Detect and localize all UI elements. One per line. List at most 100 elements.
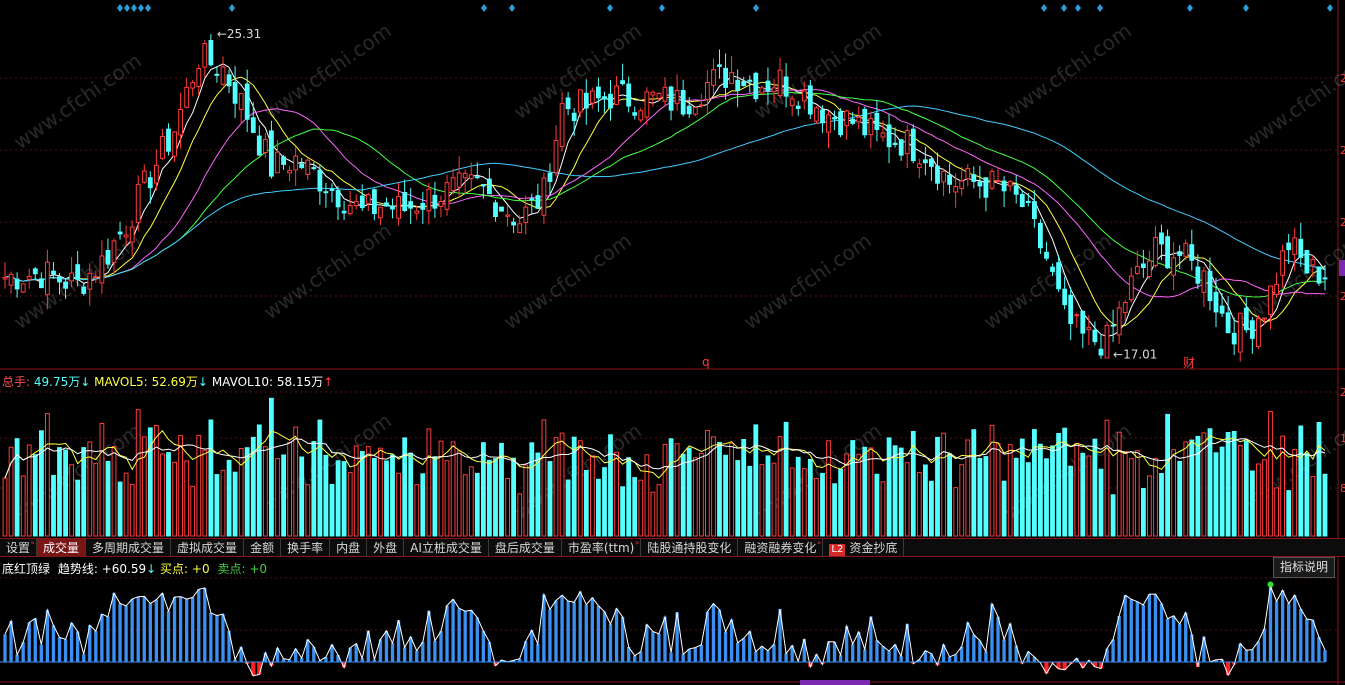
candle-body xyxy=(57,276,62,283)
indicator-help-button[interactable]: 指标说明 xyxy=(1272,557,1335,578)
tab-2[interactable]: 多周期成交量 xyxy=(86,538,172,557)
watermark-text: www.cfchi.com xyxy=(1239,408,1345,514)
volume-bar xyxy=(1213,452,1219,537)
volume-bar xyxy=(1177,460,1183,537)
volume-bar xyxy=(63,449,69,537)
candle-body xyxy=(8,273,14,286)
tab-label: 成交量 xyxy=(43,540,80,555)
volume-bar xyxy=(335,460,341,537)
total-value: 49.75万 xyxy=(33,375,81,389)
candle-body xyxy=(965,168,971,180)
candle-body xyxy=(438,201,444,207)
candle-body xyxy=(1219,305,1225,314)
candle-body xyxy=(1032,201,1037,220)
tab-13[interactable]: L2 资金抄底 xyxy=(823,538,905,557)
candle-body xyxy=(402,192,408,211)
volume-bar xyxy=(1183,441,1189,537)
volume-bar xyxy=(929,480,934,537)
volume-bar xyxy=(1262,459,1267,537)
volume-bar xyxy=(638,479,644,537)
volume-bar xyxy=(93,463,99,537)
volume-bar xyxy=(953,487,959,537)
candle-body xyxy=(323,191,329,194)
sell-label: 卖点: xyxy=(217,562,246,576)
volume-bar xyxy=(384,460,389,537)
total-label: 总手: xyxy=(2,375,31,389)
candle-body xyxy=(414,210,420,214)
volume-bar xyxy=(1098,468,1104,537)
tab-12[interactable]: 融资融券变化 ° xyxy=(738,538,824,557)
volume-bar xyxy=(517,493,523,537)
tab-4[interactable]: 金额 xyxy=(244,538,282,557)
mavol5-value: 52.69万 xyxy=(151,375,198,389)
candle-body xyxy=(293,155,299,171)
volume-bar xyxy=(511,457,517,537)
volume-bar xyxy=(789,467,795,537)
candle-body xyxy=(789,98,795,107)
candle-body xyxy=(226,74,232,87)
signal-diamond xyxy=(753,4,759,12)
low-price-label: ←17.01 xyxy=(1113,348,1157,362)
candle-body xyxy=(281,156,287,165)
tab-7[interactable]: 外盘 xyxy=(367,538,405,557)
candle-body xyxy=(832,117,838,120)
candle-body xyxy=(1098,348,1104,356)
volume-bar xyxy=(505,478,511,537)
watermark-text: www.cfchi.com xyxy=(9,48,146,154)
volume-bar xyxy=(959,464,965,537)
tab-label: 盘后成交量 xyxy=(494,540,555,555)
volume-bar xyxy=(45,413,50,537)
candle-body xyxy=(462,172,468,179)
stock-chart-canvas[interactable]: www.cfchi.com www.cfchi.com www.cfchi.com w… xyxy=(0,0,1345,685)
volume-bar xyxy=(1298,425,1304,537)
volume-bar xyxy=(160,453,165,537)
volume-bar xyxy=(32,454,38,537)
candle-body xyxy=(160,136,165,159)
tab-8[interactable]: AI立桩成交量 xyxy=(404,538,489,557)
volume-bar xyxy=(408,452,414,537)
candle-body xyxy=(729,72,735,84)
tab-0[interactable]: 设置 ° xyxy=(0,538,38,557)
watermark-text: www.cfchi.com xyxy=(259,218,396,324)
candle-body xyxy=(481,184,486,187)
tab-6[interactable]: 内盘 xyxy=(330,538,368,557)
signal-diamond xyxy=(1061,4,1067,12)
volume-bar xyxy=(795,456,801,537)
candle-body xyxy=(929,158,934,167)
candle-body xyxy=(1286,242,1292,251)
volume-bar xyxy=(801,468,807,537)
candle-body xyxy=(995,180,1001,183)
volume-bar xyxy=(256,424,262,537)
candle-body xyxy=(989,171,995,189)
volume-bar xyxy=(202,449,208,537)
tab-1[interactable]: 成交量 xyxy=(37,538,87,557)
volume-bar xyxy=(656,484,662,537)
volume-bar xyxy=(874,473,880,537)
tab-5[interactable]: 换手率 xyxy=(281,538,331,557)
tab-3[interactable]: 虚拟成交量 xyxy=(171,538,245,557)
volume-bar xyxy=(947,453,953,537)
volume-bar xyxy=(1159,473,1164,537)
candle-body xyxy=(596,86,601,99)
mavol5-label: MAVOL5: xyxy=(94,375,148,389)
candle-body xyxy=(1104,324,1110,359)
tab-11[interactable]: 陆股通持股变化 xyxy=(641,538,739,557)
marker-cai: 财 xyxy=(1183,356,1195,370)
volume-bar xyxy=(632,477,638,537)
volume-bar xyxy=(81,447,87,537)
candle-body xyxy=(329,188,335,191)
ma10-line xyxy=(4,76,1326,327)
candle-body xyxy=(807,85,813,115)
tab-9[interactable]: 盘后成交量 xyxy=(489,538,562,557)
candle-body xyxy=(1038,222,1043,249)
tab-label: 陆股通持股变化 xyxy=(647,540,732,555)
candle-body xyxy=(420,203,426,210)
volume-bar xyxy=(977,458,983,537)
tab-label: 虚拟成交量 xyxy=(177,540,238,555)
candle-body xyxy=(99,255,105,284)
volume-bar xyxy=(402,437,408,537)
tab-10[interactable]: 市盈率(ttm) ° xyxy=(562,538,642,557)
signal-diamonds xyxy=(117,4,1333,12)
candle-body xyxy=(1165,236,1170,269)
trend-label: 趋势线: xyxy=(57,562,98,576)
